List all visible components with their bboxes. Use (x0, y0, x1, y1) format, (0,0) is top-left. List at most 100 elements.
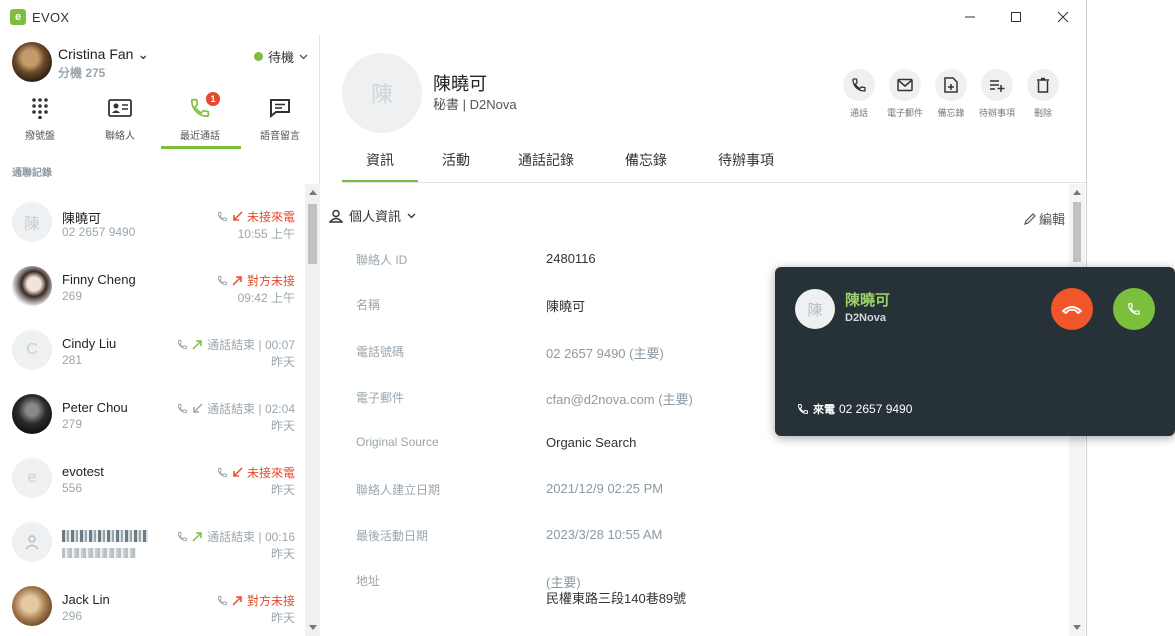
maximize-button[interactable] (993, 4, 1039, 30)
note-add-icon (935, 69, 967, 101)
incoming-number: 02 2657 9490 (839, 402, 913, 416)
scroll-up-icon[interactable] (309, 190, 317, 195)
arrow-incoming-icon (193, 403, 203, 413)
call-action-button[interactable]: 通話 (838, 69, 880, 119)
contact-subtitle: 秘書 | D2Nova (433, 97, 517, 112)
status-selector[interactable]: 待機 (253, 47, 308, 66)
arrow-incoming-icon (233, 211, 243, 221)
call-row[interactable]: C Cindy Liu 281 通話結束 | 00:07 昨天 (0, 318, 305, 382)
contact-avatar: 陳 (342, 53, 422, 133)
action-label: 待辦事項 (978, 108, 1015, 118)
arrow-outgoing-icon (192, 340, 202, 350)
nav-label: 語音留言 (260, 131, 300, 142)
caller-number: 269 (62, 289, 83, 303)
trash-icon (1027, 69, 1059, 101)
delete-action-button[interactable]: 刪除 (1022, 69, 1064, 119)
call-time: 昨天 (270, 355, 295, 369)
active-tab-indicator (161, 146, 241, 149)
call-row[interactable]: 陳 陳曉可 02 2657 9490 未接來電 10:55 上午 (0, 190, 305, 254)
missed-call-badge: 1 (206, 92, 220, 106)
playlist-add-icon (981, 69, 1013, 101)
nav-label: 聯絡人 (105, 131, 135, 142)
chevron-down-icon (299, 54, 308, 59)
minimize-icon (965, 16, 975, 18)
call-row[interactable]: Peter Chou 279 通話結束 | 02:04 昨天 (0, 382, 305, 446)
accept-call-button[interactable] (1113, 288, 1155, 330)
user-profile[interactable]: Cristina Fan ⌄ 分機 275 待機 (12, 42, 312, 82)
scroll-down-icon[interactable] (309, 625, 317, 630)
incoming-label: 來電 (813, 404, 835, 416)
tab-todo[interactable]: 待辦事項 (694, 142, 798, 183)
incoming-call-info: 來電 02 2657 9490 (797, 401, 912, 417)
tab-info[interactable]: 資訊 (342, 142, 418, 183)
phone-small-icon (178, 531, 188, 542)
call-list-scrollbar[interactable] (305, 184, 320, 636)
edit-button[interactable]: 編輯 (1024, 209, 1065, 228)
arrow-outgoing-icon (232, 596, 242, 606)
phone-link[interactable]: 02 2657 9490 (主要) (546, 343, 664, 362)
scroll-down-icon[interactable] (1073, 625, 1081, 630)
caller-number: 02 2657 9490 (62, 225, 136, 239)
field-label: 最後活動日期 (356, 529, 429, 543)
nav-voicemail[interactable]: 語音留言 (240, 90, 320, 150)
arrow-outgoing-icon (232, 276, 242, 286)
call-time: 09:42 上午 (237, 291, 295, 305)
nav-dialpad[interactable]: 撥號盤 (0, 90, 80, 150)
email-action-button[interactable]: 電子郵件 (884, 69, 926, 119)
caller-number: 281 (62, 353, 83, 367)
memo-action-button[interactable]: 備忘錄 (930, 69, 972, 119)
reject-call-button[interactable] (1051, 288, 1093, 330)
phone-icon (843, 69, 875, 101)
mail-icon (889, 69, 921, 101)
minimize-button[interactable] (947, 4, 993, 30)
call-time: 昨天 (270, 547, 295, 561)
redacted-name (62, 530, 148, 542)
caller-avatar: C (12, 330, 52, 370)
call-status: 未接來電 (217, 208, 295, 225)
field-label: 電子郵件 (356, 391, 405, 405)
close-button[interactable] (1040, 4, 1086, 30)
incoming-call-icon (797, 404, 808, 415)
phone-small-icon (217, 467, 228, 478)
user-name[interactable]: Cristina Fan ⌄ (58, 46, 149, 63)
action-label: 通話 (849, 108, 868, 118)
scroll-thumb[interactable] (1073, 202, 1081, 262)
call-time: 昨天 (270, 483, 295, 497)
caller-name: Cindy Liu (62, 336, 117, 351)
call-row[interactable]: Finny Cheng 269 對方未接 09:42 上午 (0, 254, 305, 318)
action-label: 刪除 (1033, 108, 1052, 118)
phone-small-icon (217, 211, 228, 222)
nav-recent-calls[interactable]: 最近通話 (160, 90, 240, 150)
tab-activity[interactable]: 活動 (418, 142, 494, 183)
caller-avatar (12, 394, 52, 434)
todo-action-button[interactable]: 待辦事項 (976, 69, 1018, 119)
incoming-call-popup: 陳 陳曉可 D2Nova 來電 02 2657 9490 (775, 267, 1175, 436)
tab-memo[interactable]: 備忘錄 (598, 142, 694, 183)
phone-small-icon (217, 595, 228, 606)
address-value: 民權東路三段140巷89號 (546, 591, 687, 606)
redacted-number (62, 548, 136, 558)
maximize-icon (1011, 12, 1021, 22)
call-row[interactable]: 通話結束 | 00:16 昨天 (0, 510, 305, 574)
phone-small-icon (178, 339, 188, 350)
field-value: 2480116 (546, 251, 596, 266)
call-row[interactable]: Jack Lin 296 對方未接 昨天 (0, 574, 305, 636)
scroll-thumb[interactable] (308, 204, 317, 264)
field-label: 聯絡人 ID (356, 253, 408, 267)
tab-call-history[interactable]: 通話記錄 (494, 142, 598, 183)
personal-info-section[interactable]: 個人資訊 (329, 206, 416, 225)
caller-avatar (12, 586, 52, 626)
call-status: 通話結束 | 00:16 (177, 528, 295, 545)
user-avatar (12, 42, 52, 82)
call-list: 陳 陳曉可 02 2657 9490 未接來電 10:55 上午 Finny C… (0, 184, 305, 636)
caller-avatar (12, 266, 52, 306)
scroll-up-icon[interactable] (1073, 190, 1081, 195)
incoming-caller-name: 陳曉可 (845, 292, 891, 309)
nav-contacts[interactable]: 聯絡人 (80, 90, 160, 150)
app-title: EVOX (32, 10, 70, 25)
user-extension: 分機 275 (58, 66, 106, 80)
call-row[interactable]: e evotest 556 未接來電 昨天 (0, 446, 305, 510)
field-label: 電話號碼 (356, 345, 405, 359)
email-link[interactable]: cfan@d2nova.com (主要) (546, 389, 693, 408)
left-panel: Cristina Fan ⌄ 分機 275 待機 撥號盤 聯絡人 最近通話 語音… (0, 34, 320, 636)
